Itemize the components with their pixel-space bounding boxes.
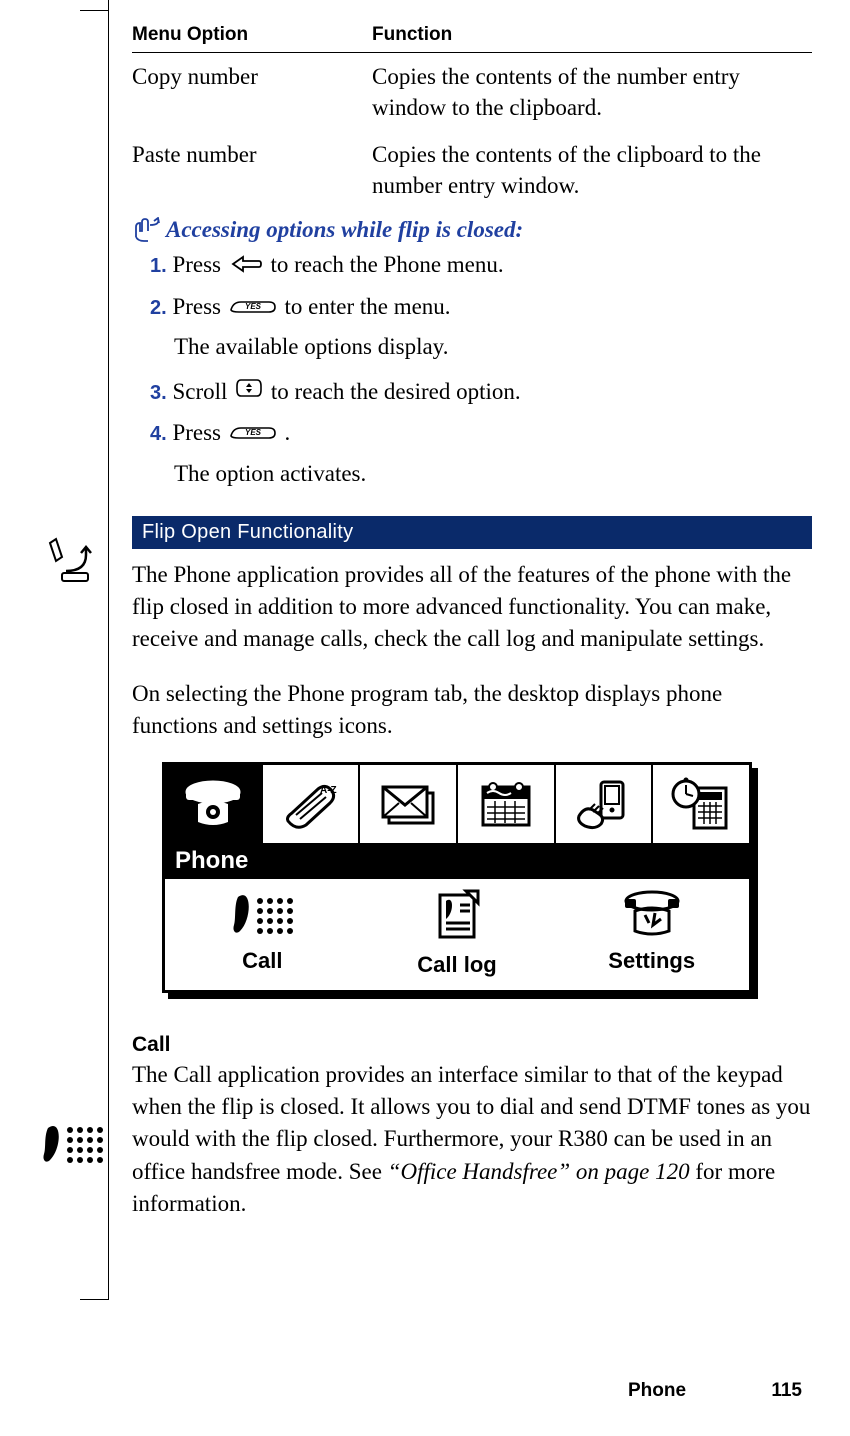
yes-key-icon: YES (229, 417, 277, 453)
step-text: . (285, 420, 291, 445)
menu-options-table: Menu Option Function Copy number Copies … (132, 20, 812, 209)
fn-label: Call (165, 948, 360, 974)
dialpad-phone-icon (42, 1120, 104, 1175)
tip-heading-text: Accessing options while flip is closed: (166, 217, 523, 243)
margin-rule (108, 0, 109, 1300)
step-text: Press (172, 252, 226, 277)
subsection-heading: Call (132, 1033, 812, 1057)
scroll-key-icon (235, 375, 263, 411)
step-text: Press (172, 420, 226, 445)
steps-list: 1. Press to reach the Phone menu. 2. Pre… (150, 247, 812, 326)
step-text: to reach the Phone menu. (271, 252, 504, 277)
table-row: Paste number Copies the contents of the … (132, 131, 812, 209)
step-result: The available options display. (174, 330, 812, 363)
table-header-function: Function (372, 20, 812, 53)
svg-text:YES: YES (245, 428, 262, 437)
tip-heading: Accessing options while flip is closed: (132, 217, 812, 243)
fn-call-log: Call log (360, 889, 555, 978)
tab-extras (653, 765, 749, 843)
cell-function: Copies the contents of the number entry … (372, 53, 812, 132)
cell-option: Paste number (132, 131, 372, 209)
address-book-icon: A-Z (278, 777, 344, 831)
page-footer: Phone 115 (628, 1380, 802, 1402)
cell-option: Copy number (132, 53, 372, 132)
paragraph: The Phone application provides all of th… (132, 559, 812, 656)
paragraph: The Call application provides an interfa… (132, 1059, 812, 1220)
steps-list: 3. Scroll to reach the desired option. 4… (150, 374, 812, 453)
call-icon (230, 889, 294, 939)
hand-tip-icon (132, 217, 162, 243)
clock-calc-icon (668, 776, 734, 832)
envelope-icon (375, 779, 441, 829)
margin-tick (80, 1299, 108, 1300)
svg-text:YES: YES (245, 302, 262, 311)
margin-tick (80, 10, 108, 11)
call-body-ref: “Office Handsfree” on page 120 (388, 1159, 690, 1184)
step-text: to enter the menu. (285, 294, 451, 319)
table-header-option: Menu Option (132, 20, 372, 53)
selected-tab-label: Phone (165, 843, 749, 879)
step-item: 1. Press to reach the Phone menu. (150, 247, 812, 285)
paragraph: On selecting the Phone program tab, the … (132, 678, 812, 742)
cell-function: Copies the contents of the clipboard to … (372, 131, 812, 209)
step-number: 1. (150, 255, 167, 277)
tab-internet (556, 765, 654, 843)
table-row: Copy number Copies the contents of the n… (132, 53, 812, 132)
fn-call: Call (165, 889, 360, 974)
step-text: Press (172, 294, 226, 319)
step-item: 4. Press YES . (150, 415, 812, 453)
section-heading-bar: Flip Open Functionality (132, 516, 812, 549)
step-item: 3. Scroll to reach the desired option. (150, 374, 812, 412)
fn-label: Settings (554, 948, 749, 974)
step-number: 3. (150, 382, 167, 404)
desktop-illustration: A-Z (162, 762, 752, 993)
fn-settings: Settings (554, 889, 749, 974)
device-hand-icon (571, 776, 637, 832)
left-arrow-key-icon (229, 249, 263, 285)
step-text: to reach the desired option. (271, 379, 521, 404)
calendar-icon (473, 777, 539, 831)
footer-page-number: 115 (771, 1380, 802, 1401)
tab-contacts: A-Z (263, 765, 361, 843)
settings-phone-icon (619, 889, 685, 939)
stylus-flip-icon (42, 537, 98, 590)
svg-text:A-Z: A-Z (320, 785, 337, 796)
tab-messages (360, 765, 458, 843)
step-result: The option activates. (174, 457, 812, 490)
step-item: 2. Press YES to enter the menu. (150, 289, 812, 327)
footer-section: Phone (628, 1380, 686, 1401)
step-number: 2. (150, 297, 167, 319)
step-number: 4. (150, 423, 167, 445)
tab-row: A-Z (165, 765, 749, 843)
tab-calendar (458, 765, 556, 843)
phone-icon (178, 776, 248, 832)
step-text: Scroll (172, 379, 233, 404)
yes-key-icon: YES (229, 291, 277, 327)
call-log-icon (430, 889, 484, 943)
tab-phone (165, 765, 263, 843)
fn-label: Call log (360, 952, 555, 978)
